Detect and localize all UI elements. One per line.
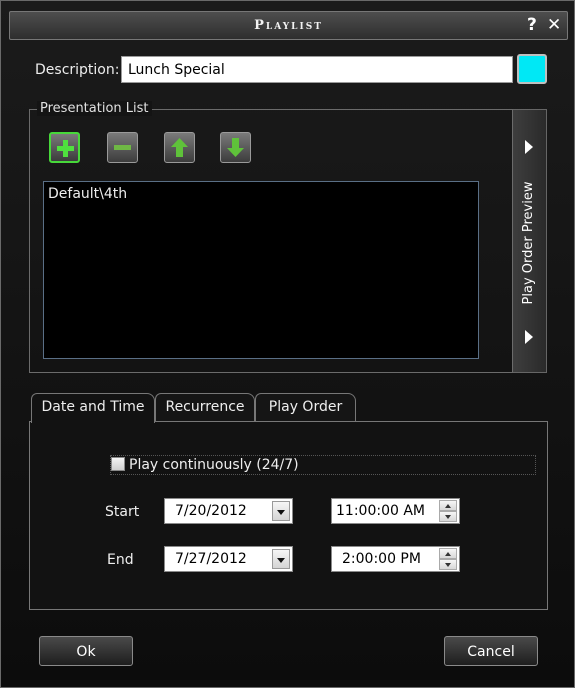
move-up-icon <box>171 138 188 157</box>
help-button[interactable]: ? <box>527 15 537 35</box>
play-continuously-label[interactable]: Play continuously (24/7) <box>129 457 299 473</box>
end-time-spin-controls <box>439 548 457 570</box>
play-continuously-checkbox[interactable] <box>111 457 125 471</box>
move-down-button[interactable] <box>220 132 251 163</box>
tab-recurrence[interactable]: Recurrence <box>155 393 255 422</box>
expand-arrow-icon <box>525 330 533 344</box>
presentation-list[interactable]: Default\4th <box>43 181 479 359</box>
start-label: Start <box>105 504 140 520</box>
end-time-value: 2:00:00 PM <box>342 551 421 567</box>
ok-button[interactable]: Ok <box>39 636 133 666</box>
remove-presentation-button[interactable] <box>107 132 138 163</box>
tab-date-and-time[interactable]: Date and Time <box>31 393 155 423</box>
close-button[interactable]: ✕ <box>547 15 561 35</box>
spin-up-icon[interactable] <box>439 500 457 511</box>
cancel-button[interactable]: Cancel <box>444 636 538 666</box>
start-date-value: 7/20/2012 <box>175 503 247 519</box>
title-bar: Playlist ? ✕ <box>9 11 568 40</box>
play-order-preview-label: Play Order Preview <box>521 181 536 305</box>
end-date-value: 7/27/2012 <box>175 551 247 567</box>
tab-play-order[interactable]: Play Order <box>255 393 356 422</box>
start-time-spinner[interactable]: 11:00:00 AM <box>331 498 460 524</box>
start-time-value: 11:00:00 AM <box>336 503 425 519</box>
start-time-spin-controls <box>439 500 457 522</box>
description-input[interactable] <box>121 56 513 83</box>
expand-arrow-icon <box>525 140 533 154</box>
end-time-spinner[interactable]: 2:00:00 PM <box>331 546 460 572</box>
chevron-down-icon[interactable] <box>272 501 290 521</box>
description-label: Description: <box>35 62 120 78</box>
spin-down-icon[interactable] <box>439 559 457 570</box>
move-up-button[interactable] <box>164 132 195 163</box>
color-swatch-button[interactable] <box>517 54 547 84</box>
add-presentation-button[interactable] <box>49 132 80 163</box>
start-date-picker[interactable]: 7/20/2012 <box>164 498 293 524</box>
chevron-down-icon[interactable] <box>272 549 290 569</box>
end-label: End <box>107 552 134 568</box>
presentation-list-legend: Presentation List <box>37 101 152 116</box>
play-order-preview-toggle[interactable]: Play Order Preview <box>513 109 547 373</box>
remove-icon <box>114 145 131 150</box>
move-down-icon <box>227 138 244 157</box>
spin-down-icon[interactable] <box>439 511 457 522</box>
dialog-title: Playlist <box>254 18 323 33</box>
end-date-picker[interactable]: 7/27/2012 <box>164 546 293 572</box>
add-icon <box>57 140 74 157</box>
playlist-dialog: Playlist ? ✕ Description: Presentation L… <box>0 0 575 688</box>
list-item[interactable]: Default\4th <box>48 186 127 202</box>
spin-up-icon[interactable] <box>439 548 457 559</box>
